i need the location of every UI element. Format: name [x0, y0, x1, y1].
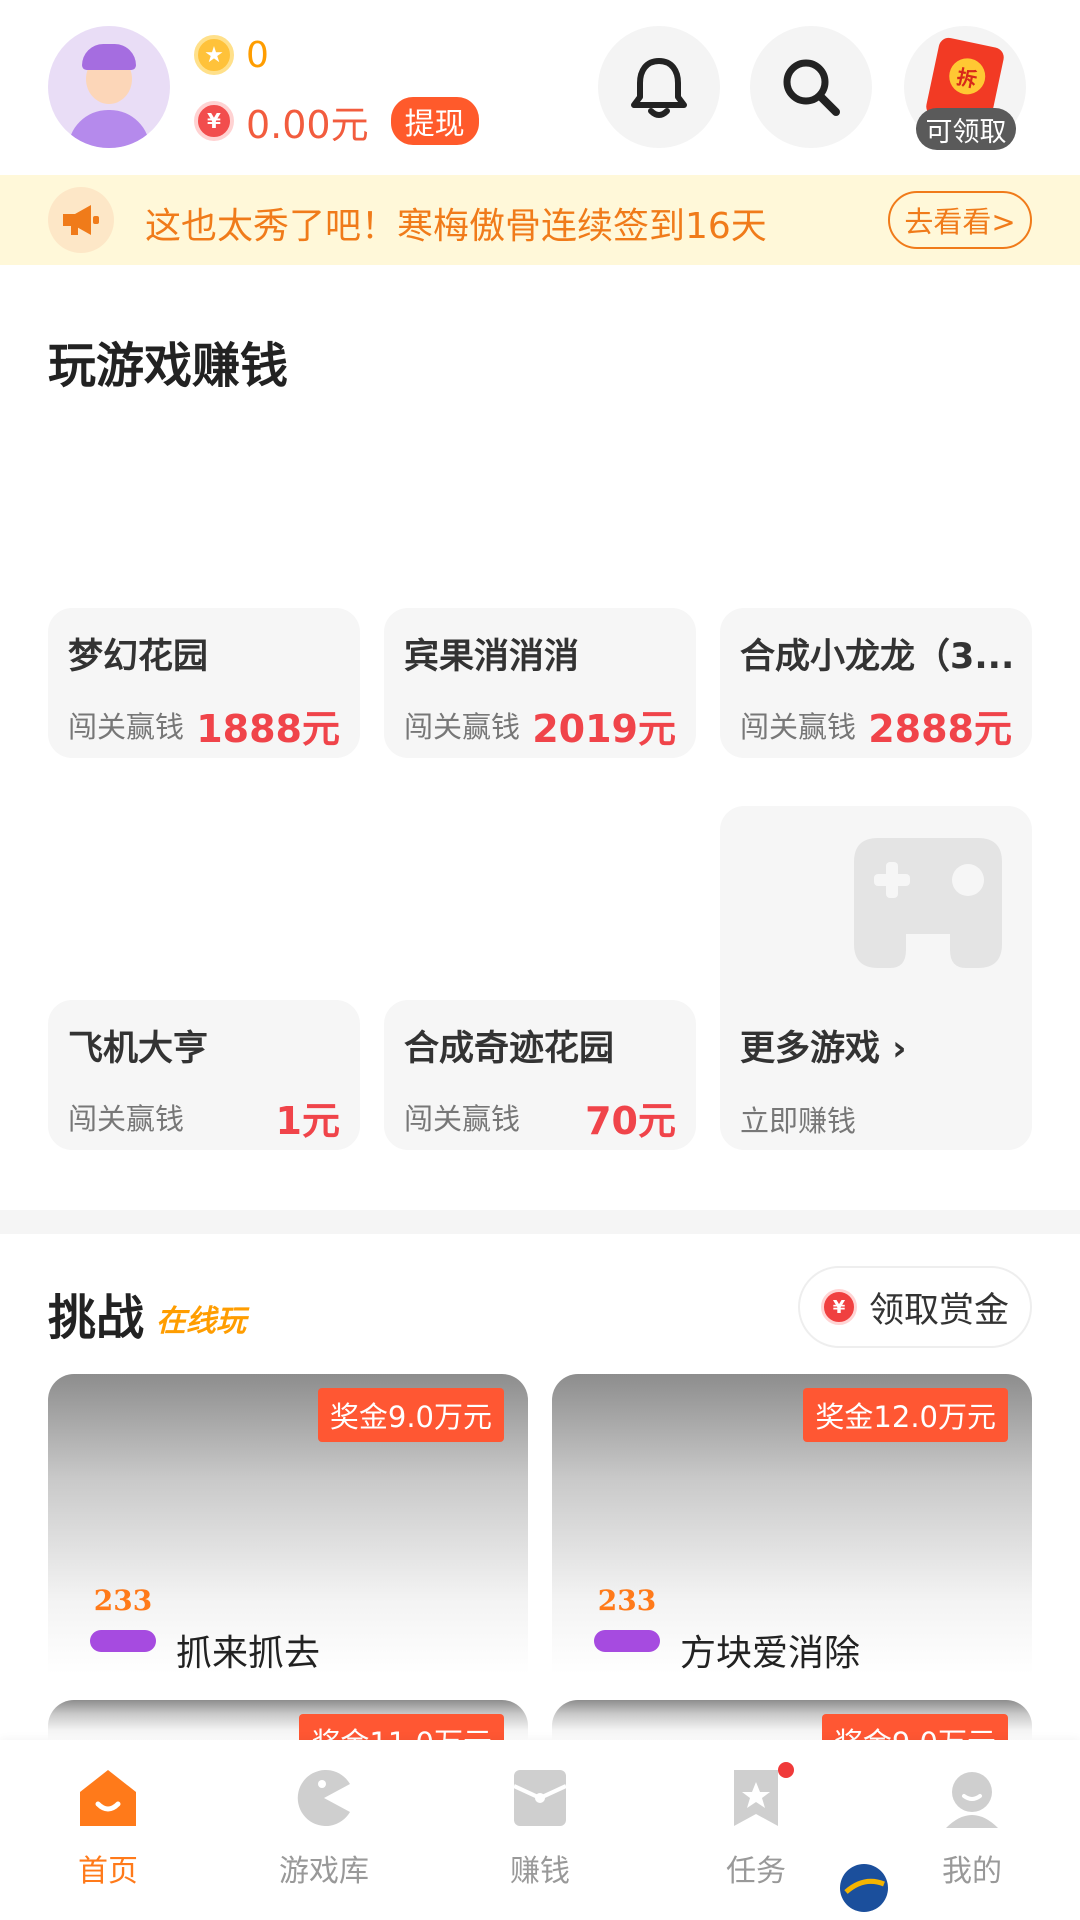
challenge-card[interactable]: 奖金11.0万元 — [48, 1700, 528, 1740]
coin-balance[interactable]: ★ 0 — [194, 34, 269, 76]
game-subtitle: 闯关赢钱 — [68, 1102, 185, 1136]
game-reward: 70元 — [585, 1099, 676, 1143]
coin-icon: ★ — [194, 35, 234, 75]
section-divider — [0, 1210, 1080, 1234]
game-name: 合成奇迹花园 — [404, 1029, 615, 1069]
wallet-icon — [513, 1770, 567, 1826]
game-subtitle: 闯关赢钱 — [68, 710, 185, 744]
task-icon — [734, 1770, 778, 1826]
gamepad-icon — [854, 838, 1002, 968]
red-packet-button[interactable]: 拆 可领取 — [904, 26, 1026, 150]
more-games-subtitle: 立即赚钱 — [740, 1104, 857, 1138]
play-games-title: 玩游戏赚钱 — [48, 338, 289, 394]
challenge-game-name: 方块爱消除 — [680, 1633, 861, 1674]
game-card[interactable]: 宾果消消消 闯关赢钱 2019元 — [384, 608, 696, 758]
coin-value: 0 — [246, 34, 269, 76]
game-reward: 2019元 — [532, 707, 676, 751]
claim-bounty-button[interactable]: ¥ 领取赏金 — [798, 1266, 1032, 1348]
challenge-game-name: 抓来抓去 — [176, 1633, 321, 1674]
game-name: 飞机大亨 — [68, 1029, 209, 1069]
game-name: 宾果消消消 — [404, 637, 580, 677]
search-icon — [783, 59, 840, 116]
challenge-title: 挑战 — [48, 1290, 145, 1346]
game-reward: 2888元 — [868, 707, 1012, 751]
nav-earn[interactable]: 赚钱 — [460, 1768, 620, 1898]
pacman-icon — [297, 1770, 350, 1826]
233-logo-icon: 233 — [592, 1584, 662, 1660]
cash-value: 0.00元 — [246, 102, 369, 147]
home-icon — [80, 1770, 136, 1826]
prize-badge: 奖金9.0万元 — [821, 1714, 1008, 1740]
online-play-tag: 在线玩 — [156, 1304, 246, 1339]
prize-badge: 奖金11.0万元 — [299, 1714, 504, 1740]
top-header: ★ 0 ¥ 0.00元 提现 拆 可领取 — [0, 0, 1080, 175]
game-subtitle: 闯关赢钱 — [404, 1102, 521, 1136]
challenge-card[interactable]: 奖金12.0万元 233 方块爱消除 — [552, 1374, 1032, 1674]
profile-icon — [946, 1772, 998, 1828]
game-subtitle: 闯关赢钱 — [740, 710, 857, 744]
game-reward: 1元 — [275, 1099, 340, 1143]
game-card[interactable]: 合成小龙龙（3... 闯关赢钱 2888元 — [720, 608, 1032, 758]
nav-game-library[interactable]: 游戏库 — [244, 1768, 404, 1898]
game-card[interactable]: 梦幻花园 闯关赢钱 1888元 — [48, 608, 360, 758]
game-name: 梦幻花园 — [68, 637, 209, 677]
notice-text: 这也太秀了吧！寒梅傲骨连续签到16天 — [145, 206, 767, 247]
notification-button[interactable] — [598, 26, 720, 148]
avatar[interactable] — [48, 26, 170, 148]
site-watermark — [836, 1858, 1076, 1918]
game-subtitle: 闯关赢钱 — [404, 710, 521, 744]
challenge-card[interactable]: 奖金9.0万元 — [552, 1700, 1032, 1740]
game-card[interactable]: 飞机大亨 闯关赢钱 1元 — [48, 1000, 360, 1150]
nav-tasks[interactable]: 任务 — [676, 1762, 836, 1898]
search-button[interactable] — [750, 26, 872, 148]
prize-badge: 奖金9.0万元 — [317, 1388, 504, 1442]
yuan-icon: ¥ — [194, 101, 234, 141]
megaphone-icon — [48, 187, 114, 253]
game-card[interactable]: 合成奇迹花园 闯关赢钱 70元 — [384, 1000, 696, 1150]
go-see-button[interactable]: 去看看> — [888, 191, 1032, 249]
prize-badge: 奖金12.0万元 — [803, 1388, 1008, 1442]
bell-icon — [631, 58, 687, 118]
withdraw-button[interactable]: 提现 — [390, 97, 479, 145]
nav-home[interactable]: 首页 — [28, 1768, 188, 1898]
game-reward: 1888元 — [196, 707, 340, 751]
233-logo-icon: 233 — [88, 1584, 158, 1660]
notice-bar: 这也太秀了吧！寒梅傲骨连续签到16天 去看看> — [0, 175, 1080, 265]
challenge-card[interactable]: 奖金9.0万元 233 抓来抓去 — [48, 1374, 528, 1674]
more-games-card[interactable]: 更多游戏 › 立即赚钱 — [720, 806, 1032, 1150]
notification-dot — [778, 1762, 794, 1778]
game-name: 合成小龙龙（3... — [740, 637, 1015, 677]
claimable-label: 可领取 — [916, 108, 1016, 150]
more-games-label: 更多游戏 › — [740, 1029, 907, 1069]
cash-balance: ¥ 0.00元 提现 — [194, 97, 479, 147]
yuan-icon: ¥ — [820, 1289, 857, 1325]
